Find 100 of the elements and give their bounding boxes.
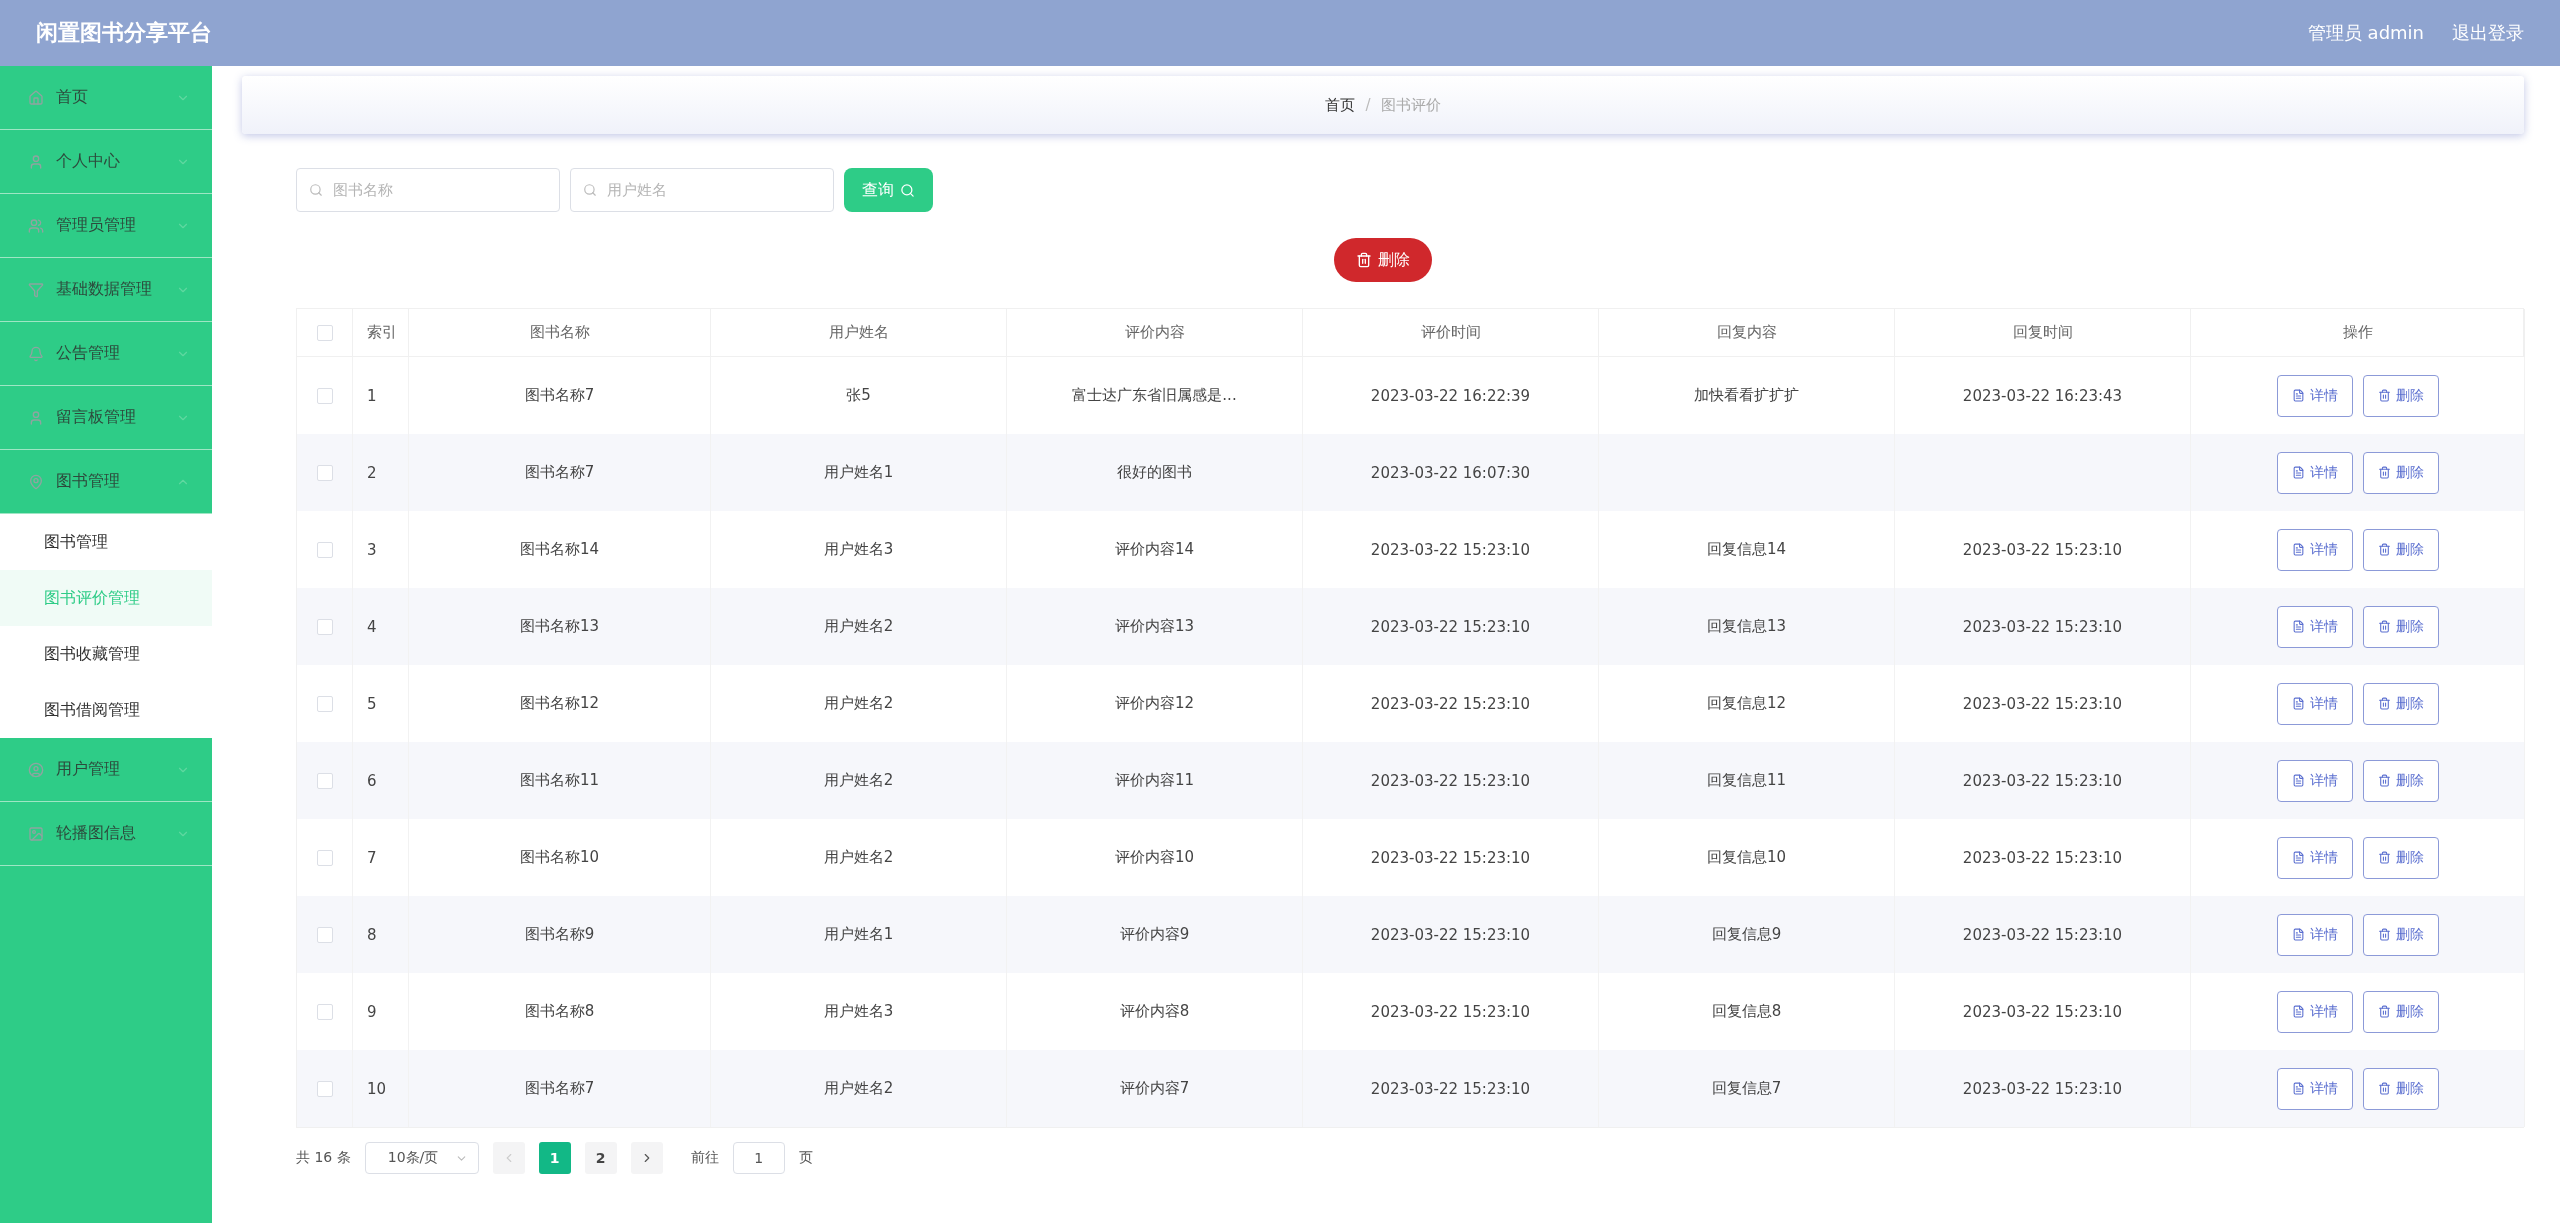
table-cell: 回复信息12 — [1706, 694, 1787, 713]
search-icon — [900, 182, 915, 198]
row-delete-button[interactable]: 删除 — [2362, 1067, 2439, 1110]
trash-icon — [2377, 928, 2391, 941]
submenu-item[interactable]: 图书借阅管理 — [0, 682, 212, 738]
table-cell: 2023-03-22 15:23:10 — [1370, 1002, 1531, 1021]
checkbox[interactable] — [316, 618, 333, 635]
checkbox[interactable] — [316, 926, 333, 943]
user-label: 管理员 admin — [2307, 21, 2424, 45]
breadcrumb-item[interactable]: 首页 — [1325, 95, 1356, 115]
table-cell: 2023-03-22 16:07:30 — [1370, 463, 1531, 482]
table-cell: 2023-03-22 15:23:10 — [1962, 1002, 2123, 1021]
table-cell: 图书名称12 — [519, 694, 600, 713]
breadcrumb-separator: / — [1365, 96, 1371, 114]
table-cell: 评价内容8 — [1119, 1002, 1190, 1021]
table-cell: 用户姓名2 — [823, 771, 894, 790]
row-delete-button[interactable]: 删除 — [2362, 990, 2439, 1033]
row-delete-button[interactable]: 删除 — [2362, 528, 2439, 571]
total-count: 共 16 条 — [296, 1149, 351, 1167]
table-cell: 评价内容13 — [1114, 617, 1195, 636]
search-box[interactable]: 用户姓名 — [570, 168, 834, 212]
table-cell: 图书名称7 — [524, 386, 595, 405]
details-button[interactable]: 详情 — [2276, 605, 2353, 648]
row-delete-button[interactable]: 删除 — [2362, 451, 2439, 494]
trash-icon — [2377, 774, 2391, 787]
trash-icon — [2377, 1082, 2391, 1095]
details-button[interactable]: 详情 — [2276, 528, 2353, 571]
checkbox[interactable] — [316, 772, 333, 789]
table-cell: 2023-03-22 15:23:10 — [1370, 694, 1531, 713]
menu-item[interactable]: 轮播图信息 — [0, 802, 212, 866]
details-button[interactable]: 详情 — [2276, 759, 2353, 802]
table-cell: 10 — [367, 1079, 387, 1098]
details-button[interactable]: 详情 — [2276, 990, 2353, 1033]
table-cell: 评价内容14 — [1114, 540, 1195, 559]
table-cell: 回复信息13 — [1706, 617, 1787, 636]
page-button[interactable]: 1 — [538, 1142, 571, 1174]
details-button[interactable]: 详情 — [2276, 913, 2353, 956]
row-delete-button[interactable]: 删除 — [2362, 913, 2439, 956]
row-delete-button[interactable]: 删除 — [2362, 836, 2439, 879]
prev-page-button[interactable] — [492, 1142, 525, 1174]
row-delete-button[interactable]: 删除 — [2362, 605, 2439, 648]
goto-label: 前往 — [690, 1149, 719, 1167]
page-size-select[interactable]: 10条/页 — [364, 1142, 479, 1174]
menu-item[interactable]: 用户管理 — [0, 738, 212, 802]
submenu-item[interactable]: 图书管理 — [0, 514, 212, 570]
table-cell: 回复信息7 — [1711, 1079, 1782, 1098]
table-cell: 2023-03-22 15:23:10 — [1962, 1079, 2123, 1098]
page-suffix: 页 — [798, 1149, 813, 1167]
document-icon — [2291, 466, 2305, 479]
row-delete-button[interactable]: 删除 — [2362, 682, 2439, 725]
checkbox[interactable] — [316, 849, 333, 866]
table-cell: 3 — [367, 540, 377, 559]
details-button[interactable]: 详情 — [2276, 1067, 2353, 1110]
table-cell: 2023-03-22 16:23:43 — [1962, 386, 2123, 405]
document-icon — [2291, 774, 2305, 787]
checkbox[interactable] — [316, 1080, 333, 1097]
next-page-button[interactable] — [630, 1142, 663, 1174]
search-box[interactable]: 图书名称 — [296, 168, 560, 212]
table-cell: 加快看看扩扩扩 — [1694, 386, 1799, 405]
row-delete-button[interactable]: 删除 — [2362, 374, 2439, 417]
checkbox[interactable] — [316, 464, 333, 481]
checkbox[interactable] — [316, 324, 333, 341]
table-cell: 2023-03-22 15:23:10 — [1370, 925, 1531, 944]
checkbox[interactable] — [316, 541, 333, 558]
table-cell: 评价内容7 — [1119, 1079, 1190, 1098]
menu-item[interactable]: 留言板管理 — [0, 386, 212, 450]
table-cell: 2023-03-22 15:23:10 — [1370, 540, 1531, 559]
table-cell: 7 — [367, 848, 377, 867]
page-input[interactable]: 1 — [732, 1142, 785, 1174]
document-icon — [2291, 1082, 2305, 1095]
table-cell: 用户姓名1 — [823, 925, 894, 944]
menu-item[interactable]: 基础数据管理 — [0, 258, 212, 322]
checkbox[interactable] — [316, 387, 333, 404]
table-cell: 9 — [367, 1002, 377, 1021]
table-cell: 用户姓名2 — [823, 1079, 894, 1098]
table-cell: 回复信息10 — [1706, 848, 1787, 867]
table-cell: 图书名称8 — [524, 1002, 595, 1021]
table-cell: 用户姓名2 — [823, 848, 894, 867]
table-cell: 2023-03-22 15:23:10 — [1962, 925, 2123, 944]
logout-link[interactable]: 退出登录 — [2452, 21, 2524, 45]
row-delete-button[interactable]: 删除 — [2362, 759, 2439, 802]
trash-icon — [2377, 697, 2391, 710]
table-cell: 图书名称9 — [524, 925, 595, 944]
table-cell: 2023-03-22 15:23:10 — [1962, 848, 2123, 867]
page-button[interactable]: 2 — [584, 1142, 617, 1174]
details-button[interactable]: 详情 — [2276, 836, 2353, 879]
details-button[interactable]: 详情 — [2276, 682, 2353, 725]
menu-item[interactable]: 个人中心 — [0, 130, 212, 194]
menu-item[interactable]: 管理员管理 — [0, 194, 212, 258]
submenu-item[interactable]: 图书收藏管理 — [0, 626, 212, 682]
checkbox[interactable] — [316, 695, 333, 712]
search-icon — [583, 183, 597, 197]
details-button[interactable]: 详情 — [2276, 451, 2353, 494]
delete-button[interactable]: 删除 — [1334, 238, 1432, 282]
trash-icon — [2377, 620, 2391, 633]
checkbox[interactable] — [316, 1003, 333, 1020]
details-button[interactable]: 详情 — [2276, 374, 2353, 417]
menu-item[interactable]: 首页 — [0, 66, 212, 130]
table-cell: 5 — [367, 694, 377, 713]
menu-item[interactable]: 公告管理 — [0, 322, 212, 386]
